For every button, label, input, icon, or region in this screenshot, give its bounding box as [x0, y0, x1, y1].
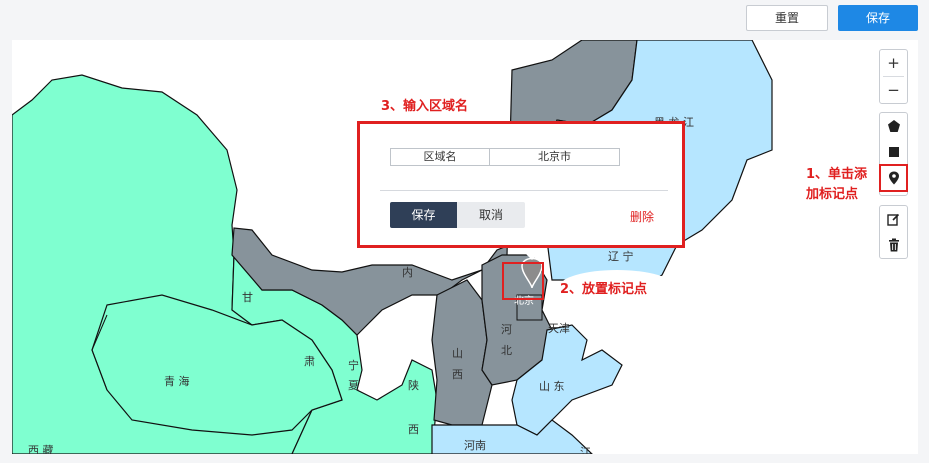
annotation-step1-line2: 加标记点 [806, 187, 859, 202]
zoom-out-button[interactable]: − [880, 77, 907, 103]
area-name-label: 区域名 [391, 149, 490, 165]
label-hebei-1: 河 [501, 323, 512, 336]
zoom-controls: + − [879, 49, 908, 104]
label-shaanxi-2: 西 [408, 423, 419, 436]
label-tianjin: 天津 [548, 322, 570, 335]
popup-delete-link[interactable]: 删除 [630, 208, 654, 225]
area-name-popup: 区域名 北京市 保存 取消 删除 [357, 121, 685, 248]
popup-divider [380, 190, 668, 191]
label-neimenggu: 内 [402, 266, 413, 279]
popup-cancel-button[interactable]: 取消 [457, 202, 525, 228]
edit-icon [887, 213, 900, 226]
label-xizang: 西 藏 [28, 444, 54, 454]
trash-icon [888, 238, 899, 252]
annotation-step1-line1: 1、单击添 [806, 167, 868, 182]
zoom-in-button[interactable]: + [880, 50, 907, 76]
map-pin-icon [888, 171, 899, 185]
label-gansu-su: 肃 [304, 355, 315, 368]
draw-tools [879, 112, 908, 196]
label-ningxia-1: 宁 [348, 359, 359, 372]
edit-tool-button[interactable] [880, 206, 907, 232]
label-shaanxi-1: 陕 [408, 379, 419, 392]
top-toolbar: 重置 保存 [0, 0, 929, 36]
label-hebei-2: 北 [501, 344, 512, 357]
polygon-tool-button[interactable] [880, 113, 907, 139]
popup-save-button[interactable]: 保存 [390, 202, 457, 228]
delete-tool-button[interactable] [880, 232, 907, 258]
save-button[interactable]: 保存 [838, 5, 918, 31]
label-ningxia-2: 夏 [348, 379, 359, 392]
label-gansu: 甘 [242, 291, 253, 304]
reset-button[interactable]: 重置 [746, 5, 828, 31]
area-name-field: 区域名 北京市 [390, 148, 620, 166]
area-name-input[interactable]: 北京市 [490, 149, 619, 165]
label-shandong: 山 东 [539, 380, 565, 393]
annotation-step1: 1、单击添 加标记点 [806, 165, 867, 205]
label-shanxi-1: 山 [452, 347, 463, 360]
region-henan-jiangsu [431, 419, 593, 454]
rectangle-tool-button[interactable] [880, 139, 907, 165]
label-liaoning: 辽 宁 [608, 250, 634, 263]
label-qinghai: 青 海 [164, 375, 190, 388]
marker-tool-button[interactable] [879, 164, 908, 192]
pentagon-icon [887, 120, 900, 132]
edit-tools [879, 205, 908, 259]
label-jiangsu: 江 [580, 446, 591, 454]
label-henan: 河南 [464, 439, 486, 452]
annotation-step3: 3、输入区域名 [381, 99, 469, 114]
marker-highlight [502, 262, 544, 300]
label-shanxi-2: 西 [452, 368, 463, 381]
square-icon [888, 147, 899, 157]
annotation-step2: 2、放置标记点 [560, 282, 648, 297]
